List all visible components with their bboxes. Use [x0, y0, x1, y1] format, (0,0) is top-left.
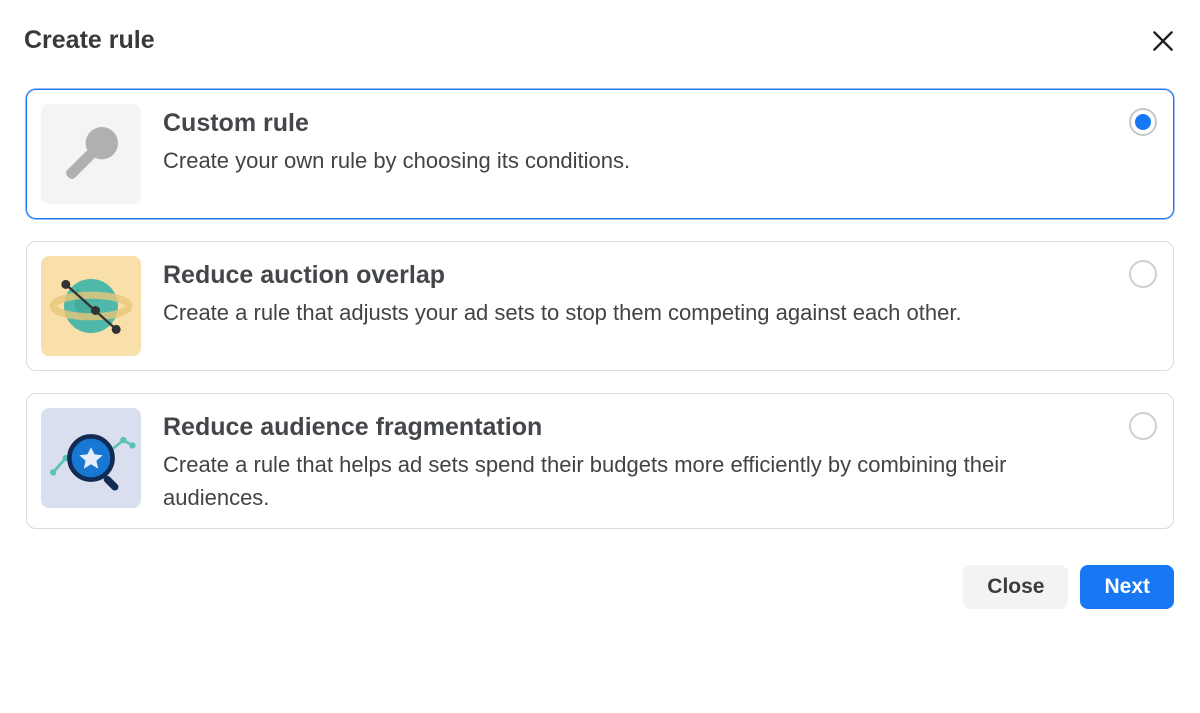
- option-title: Reduce audience fragmentation: [163, 412, 1107, 442]
- option-reduce-overlap[interactable]: Reduce auction overlap Create a rule tha…: [26, 241, 1174, 371]
- option-text: Reduce auction overlap Create a rule tha…: [163, 256, 1107, 329]
- radio-reduce-overlap[interactable]: [1129, 260, 1157, 288]
- dialog-footer: Close Next: [24, 565, 1176, 609]
- dialog-header: Create rule: [24, 26, 1176, 55]
- option-text: Custom rule Create your own rule by choo…: [163, 104, 1107, 177]
- close-button[interactable]: Close: [963, 565, 1068, 609]
- next-button[interactable]: Next: [1080, 565, 1174, 609]
- option-custom-rule[interactable]: Custom rule Create your own rule by choo…: [26, 89, 1174, 219]
- magnifier-chart-icon: [41, 408, 141, 508]
- option-reduce-fragmentation[interactable]: Reduce audience fragmentation Create a r…: [26, 393, 1174, 529]
- option-title: Reduce auction overlap: [163, 260, 1107, 290]
- radio-custom-rule[interactable]: [1129, 108, 1157, 136]
- close-icon[interactable]: [1150, 28, 1176, 54]
- option-description: Create your own rule by choosing its con…: [163, 144, 1107, 177]
- option-description: Create a rule that helps ad sets spend t…: [163, 448, 1107, 514]
- option-text: Reduce audience fragmentation Create a r…: [163, 408, 1107, 514]
- radio-reduce-fragmentation[interactable]: [1129, 412, 1157, 440]
- option-description: Create a rule that adjusts your ad sets …: [163, 296, 1107, 329]
- options-list: Custom rule Create your own rule by choo…: [24, 89, 1176, 529]
- globe-icon: [41, 256, 141, 356]
- dialog-title: Create rule: [24, 26, 155, 55]
- wrench-icon: [41, 104, 141, 204]
- option-title: Custom rule: [163, 108, 1107, 138]
